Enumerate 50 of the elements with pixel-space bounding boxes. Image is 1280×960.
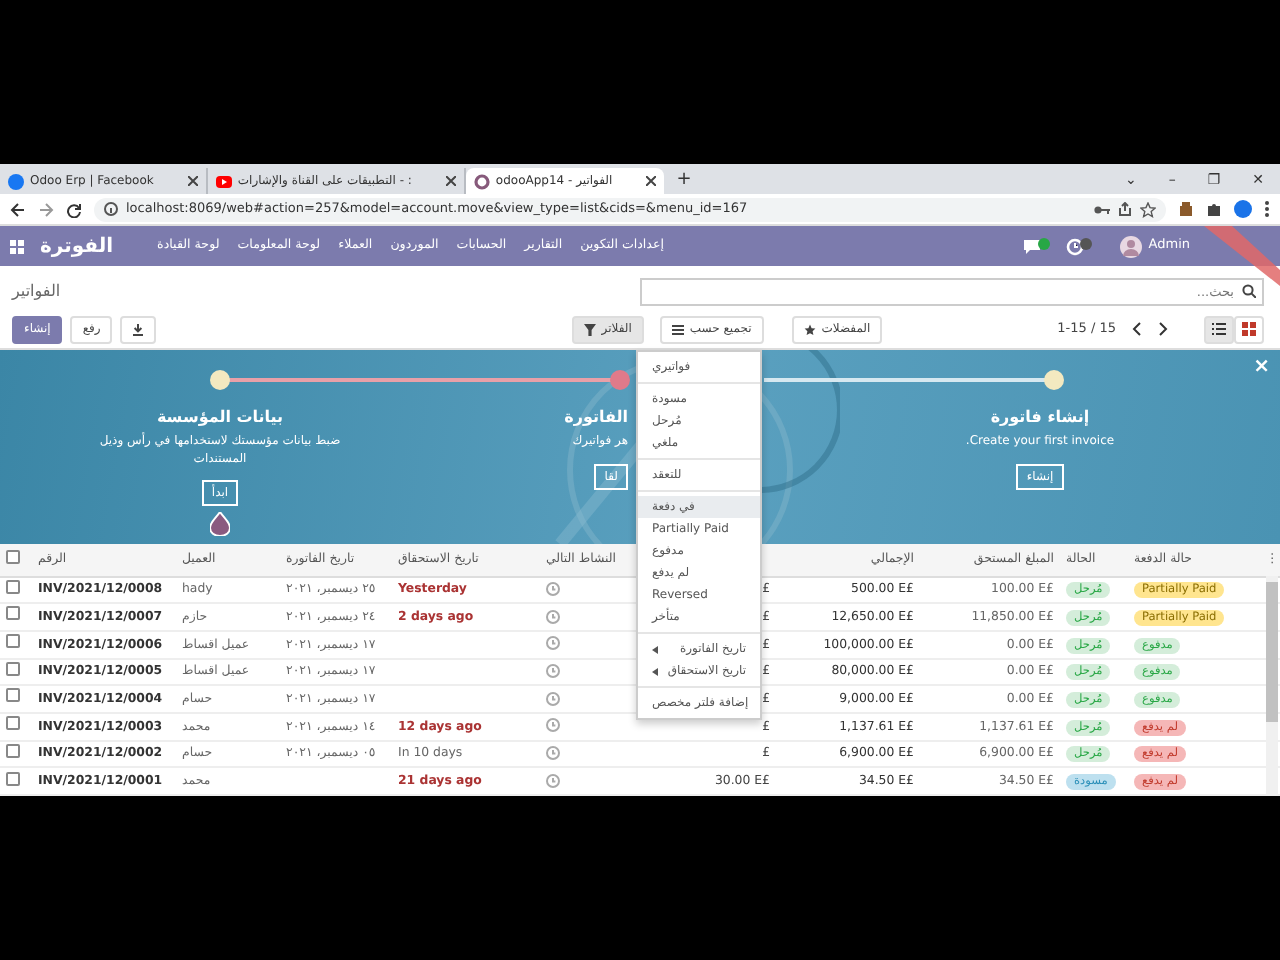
next-icon[interactable] bbox=[1158, 322, 1168, 336]
checkbox[interactable] bbox=[6, 579, 20, 594]
download-icon bbox=[132, 323, 145, 335]
previous-icon[interactable] bbox=[1132, 322, 1142, 336]
clock-icon[interactable] bbox=[1066, 237, 1093, 255]
search-icon[interactable] bbox=[1242, 284, 1256, 298]
view-button[interactable] bbox=[1234, 315, 1264, 343]
forward-icon[interactable] bbox=[38, 201, 54, 217]
step-title: بيانات المؤسسة bbox=[156, 406, 284, 430]
checkbox[interactable] bbox=[6, 743, 20, 758]
tour-pin-icon bbox=[210, 512, 230, 537]
more-icon[interactable] bbox=[1264, 200, 1270, 218]
info-icon bbox=[104, 202, 118, 216]
caret-icon bbox=[652, 645, 658, 653]
chat-icon[interactable] bbox=[1024, 237, 1051, 255]
checkbox[interactable] bbox=[6, 606, 20, 621]
close-icon[interactable] bbox=[445, 176, 456, 186]
view-button[interactable] bbox=[1204, 315, 1234, 343]
close-icon[interactable] bbox=[187, 176, 198, 186]
back-icon[interactable] bbox=[10, 201, 26, 217]
step-title: الفاتورة bbox=[564, 406, 628, 430]
checkbox[interactable] bbox=[6, 716, 20, 731]
breadcrumb[interactable]: الفواتير bbox=[12, 279, 61, 303]
close-icon[interactable] bbox=[646, 176, 657, 186]
checkbox[interactable] bbox=[6, 688, 20, 703]
grid-icon bbox=[1242, 322, 1256, 336]
caret-icon bbox=[652, 667, 658, 675]
checkbox[interactable] bbox=[6, 634, 20, 649]
new-tab-button[interactable]: + bbox=[664, 168, 704, 194]
group-icon bbox=[671, 323, 684, 335]
site-icon bbox=[8, 173, 24, 189]
star-icon bbox=[803, 323, 816, 335]
apps-menu-icon[interactable] bbox=[10, 239, 24, 253]
list-icon bbox=[1212, 322, 1226, 336]
site-icon bbox=[215, 173, 232, 189]
checkbox[interactable] bbox=[6, 661, 20, 676]
download-button[interactable] bbox=[120, 315, 157, 343]
reload-icon[interactable] bbox=[66, 201, 82, 217]
app-title[interactable]: الفوترة bbox=[40, 231, 114, 261]
user-avatar-icon[interactable] bbox=[1120, 235, 1143, 257]
site-icon bbox=[473, 173, 490, 189]
scrollbar[interactable] bbox=[1266, 576, 1278, 796]
star-icon[interactable] bbox=[1140, 201, 1156, 217]
key-icon[interactable] bbox=[1094, 203, 1110, 215]
step-title: إنشاء فاتورة bbox=[990, 406, 1090, 430]
checkbox[interactable] bbox=[6, 771, 20, 785]
profile-avatar-icon[interactable] bbox=[1234, 200, 1252, 218]
filter-icon bbox=[583, 323, 596, 335]
share-icon[interactable] bbox=[1118, 202, 1132, 216]
checkbox[interactable] bbox=[6, 549, 20, 564]
